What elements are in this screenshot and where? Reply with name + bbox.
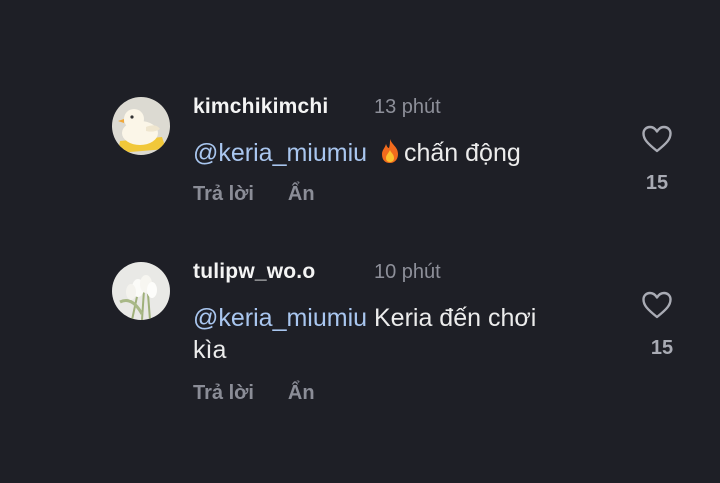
- username[interactable]: kimchikimchi: [193, 95, 328, 119]
- fire-emoji-icon: [382, 139, 398, 163]
- mention-link[interactable]: @keria_miumiu: [193, 139, 367, 167]
- like-count: 15: [650, 337, 674, 359]
- timestamp: 13 phút: [374, 96, 441, 118]
- comment-actions: Trả lời Ẩn: [193, 382, 315, 405]
- yellow-cartoon-avatar-icon: [112, 97, 170, 155]
- avatar[interactable]: [112, 262, 170, 320]
- reply-button[interactable]: Trả lời: [193, 183, 254, 206]
- like-count: 15: [645, 172, 669, 194]
- reply-button[interactable]: Trả lời: [193, 382, 254, 405]
- comment-body-text: chấn động: [404, 139, 521, 167]
- heart-icon[interactable]: [641, 124, 673, 154]
- timestamp: 10 phút: [374, 261, 441, 283]
- heart-icon[interactable]: [641, 290, 673, 320]
- comment-actions: Trả lời Ẩn: [193, 183, 315, 206]
- hide-button[interactable]: Ẩn: [288, 183, 315, 206]
- white-tulips-avatar-icon: [112, 262, 170, 320]
- comment-text: @keria_miumiu chấn động: [193, 137, 593, 169]
- username[interactable]: tulipw_wo.o: [193, 260, 315, 284]
- comment-text: @keria_miumiu Keria đến chơi kìa: [193, 302, 573, 366]
- hide-button[interactable]: Ẩn: [288, 382, 315, 405]
- avatar[interactable]: [112, 97, 170, 155]
- mention-link[interactable]: @keria_miumiu: [193, 304, 367, 332]
